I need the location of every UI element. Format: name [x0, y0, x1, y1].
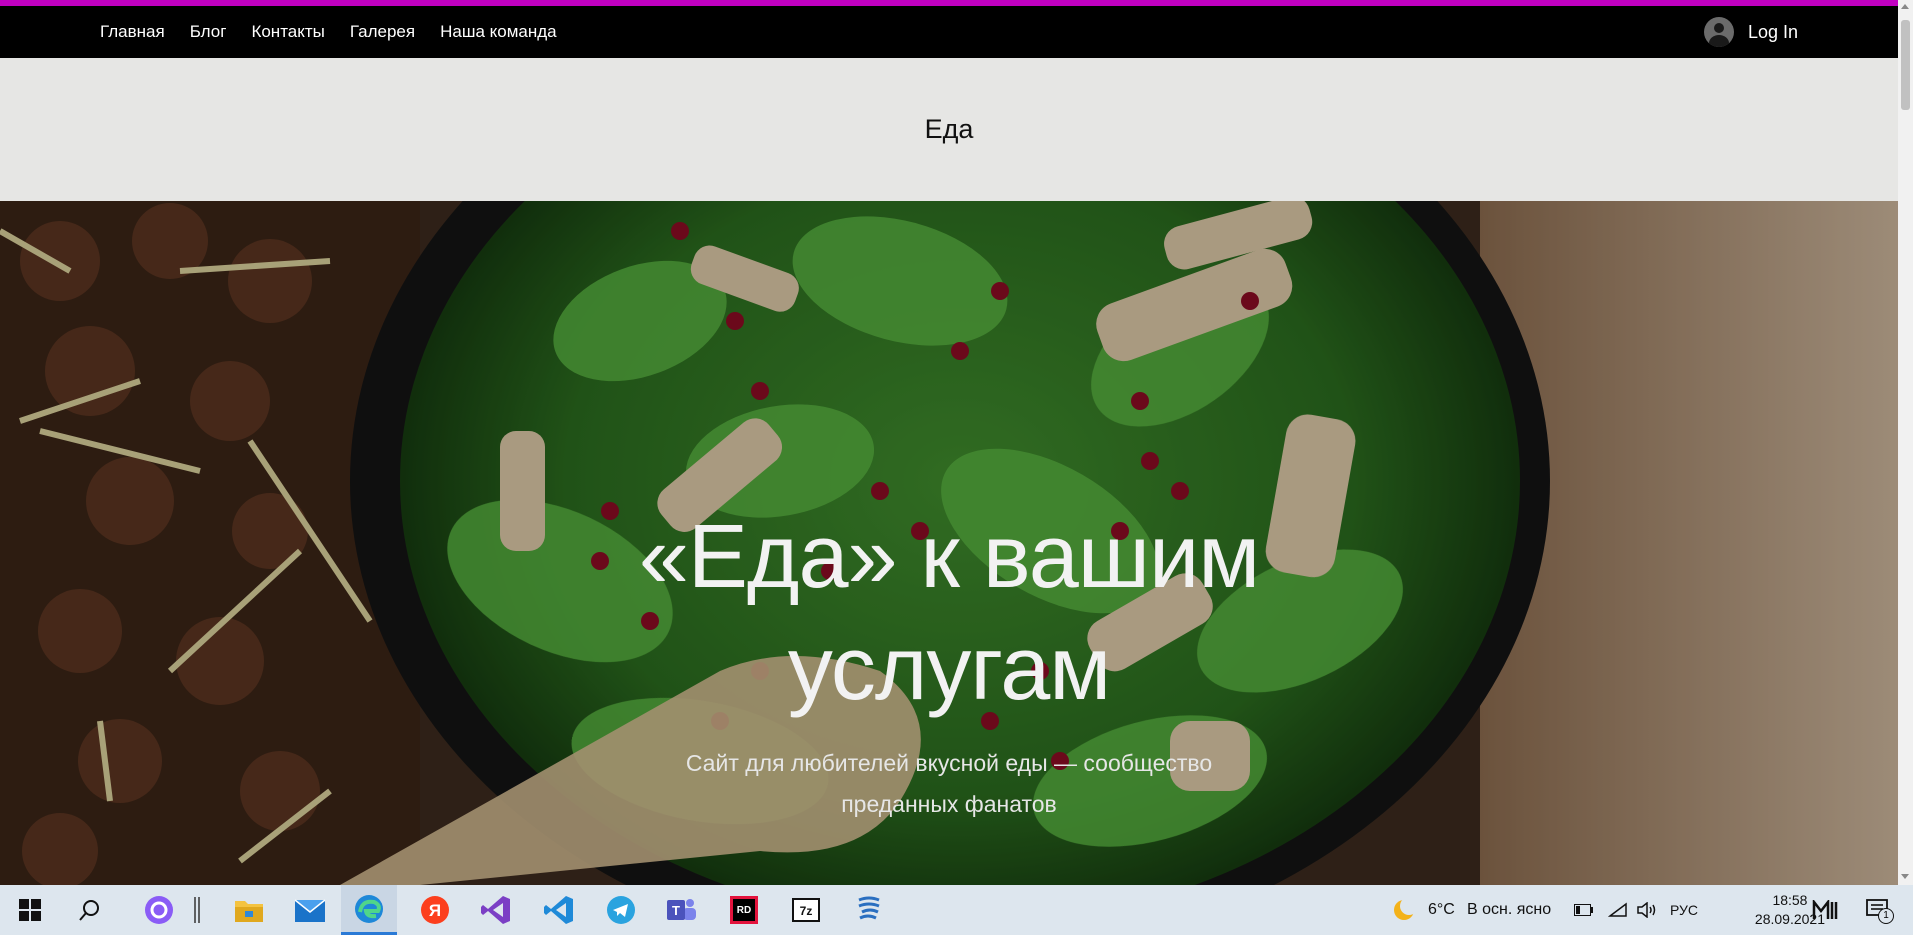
svg-text:7z: 7z: [800, 904, 813, 918]
taskbar-divider: [190, 894, 204, 926]
search-icon[interactable]: [74, 894, 106, 926]
nav-links: Главная Блог Контакты Галерея Наша коман…: [100, 6, 557, 58]
visual-studio-icon[interactable]: [480, 894, 512, 926]
scroll-down-arrow-icon[interactable]: [1901, 874, 1909, 879]
login-label: Log In: [1747, 21, 1798, 42]
scroll-thumb[interactable]: [1901, 20, 1910, 110]
volume-icon[interactable]: [1635, 894, 1659, 926]
taskbar: Я T RD 7z 6°C В осн. ясно РУС 18:58 28.0…: [0, 885, 1913, 935]
weather-moon-icon[interactable]: [1388, 894, 1420, 926]
vscode-icon[interactable]: [543, 894, 575, 926]
rider-icon[interactable]: RD: [728, 894, 760, 926]
alice-assistant-icon[interactable]: [143, 894, 175, 926]
hero-title: «Еда» к вашим услугам: [638, 507, 1260, 719]
hero-section: «Еда» к вашим услугам Сайт для любителей…: [0, 201, 1898, 885]
scroll-up-arrow-icon[interactable]: [1901, 4, 1909, 9]
battery-icon[interactable]: [1572, 894, 1596, 926]
svg-text:RD: RD: [737, 905, 751, 916]
svg-text:T: T: [672, 903, 680, 918]
page-scrollbar[interactable]: [1898, 0, 1913, 885]
hero-subtitle: Сайт для любителей вкусной еды — сообщес…: [685, 750, 1213, 817]
nav-link-contacts[interactable]: Контакты: [251, 22, 324, 42]
file-explorer-icon[interactable]: [233, 894, 265, 926]
7zip-icon[interactable]: 7z: [790, 894, 822, 926]
svg-text:Я: Я: [429, 901, 441, 920]
nav-link-team[interactable]: Наша команда: [440, 22, 557, 42]
site-title[interactable]: Еда: [925, 114, 974, 145]
other-app-icon[interactable]: [853, 894, 885, 926]
nav-link-blog[interactable]: Блог: [190, 22, 227, 42]
site-title-band: Еда: [0, 58, 1898, 201]
teams-icon[interactable]: T: [666, 894, 698, 926]
login-button[interactable]: Log In: [1703, 6, 1798, 58]
notifications-icon[interactable]: 1: [1862, 894, 1894, 926]
weather-temperature[interactable]: 6°C: [1428, 885, 1455, 935]
edge-browser-icon[interactable]: [341, 885, 397, 935]
language-indicator[interactable]: РУС: [1670, 885, 1698, 935]
windows-start-icon[interactable]: [14, 894, 46, 926]
wifi-icon[interactable]: [1606, 894, 1630, 926]
telegram-icon[interactable]: [605, 894, 637, 926]
hero-text: «Еда» к вашим услугам Сайт для любителей…: [0, 501, 1898, 825]
notification-count-badge: 1: [1878, 908, 1894, 924]
nav-link-gallery[interactable]: Галерея: [350, 22, 415, 42]
mail-icon[interactable]: [294, 894, 326, 926]
nav-link-home[interactable]: Главная: [100, 22, 165, 42]
yandex-browser-icon[interactable]: Я: [419, 894, 451, 926]
taskbar-app-m-icon[interactable]: [1809, 894, 1841, 926]
navbar: Главная Блог Контакты Галерея Наша коман…: [0, 6, 1898, 58]
weather-description[interactable]: В осн. ясно: [1467, 885, 1551, 935]
user-avatar-icon: [1703, 17, 1734, 47]
